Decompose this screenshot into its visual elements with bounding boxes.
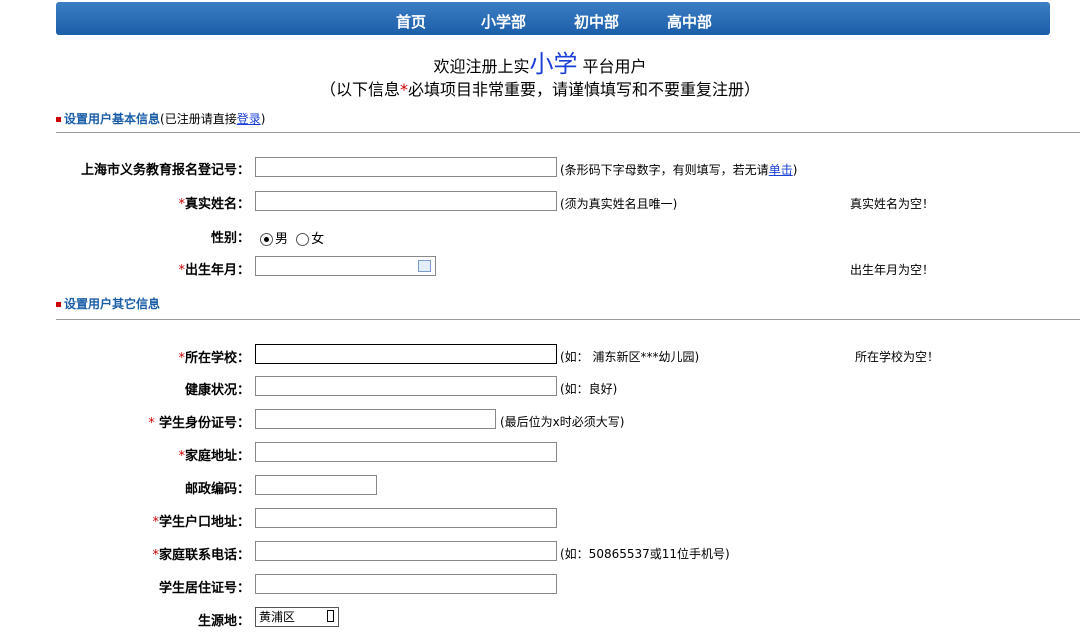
reg-no-input[interactable] [255, 157, 557, 177]
school-label: *所在学校： [56, 347, 250, 366]
login-note-prefix: (已注册请直接 [160, 112, 237, 126]
section-divider [56, 132, 1080, 133]
section-divider [56, 319, 1080, 320]
required-star: * [148, 416, 159, 431]
health-label: 健康状况： [56, 379, 250, 398]
phone-label-text: 家庭联系电话： [158, 548, 250, 563]
welcome-title: 欢迎注册上实小学 平台用户 [0, 44, 1080, 79]
health-label-text: 健康状况： [184, 383, 250, 398]
residence-label-text: 学生居住证号： [158, 581, 250, 596]
phone-hint: (如：50865537或11位手机号) [560, 547, 730, 561]
nav-home[interactable]: 首页 [396, 11, 426, 32]
real-name-input[interactable] [255, 191, 557, 211]
birth-date-input[interactable] [255, 256, 436, 276]
address-label-text: 家庭地址： [184, 449, 250, 464]
section-basic-title: 设置用户基本信息 [64, 112, 161, 126]
address-label: *家庭地址： [56, 445, 250, 464]
calendar-icon[interactable] [418, 260, 431, 272]
hukou-label-text: 学生户口地址： [158, 515, 250, 530]
postcode-label-text: 邮政编码： [184, 482, 250, 497]
residence-input[interactable] [255, 574, 557, 594]
postcode-label: 邮政编码： [56, 478, 250, 497]
top-nav-bar: 首页 小学部 初中部 高中部 [56, 2, 1050, 35]
notice-prefix: （以下信息 [319, 80, 400, 99]
gender-male-radio[interactable] [260, 233, 273, 246]
phone-input[interactable] [255, 541, 557, 561]
address-input[interactable] [255, 442, 557, 462]
nav-senior[interactable]: 高中部 [667, 11, 712, 32]
reg-no-label: 上海市义务教育报名登记号： [50, 159, 250, 178]
school-hint: (如： 浦东新区***幼儿园) [560, 350, 700, 364]
nav-primary[interactable]: 小学部 [481, 11, 526, 32]
gender-options: 男 女 [260, 228, 324, 247]
real-name-hint: (须为真实姓名且唯一) [560, 197, 678, 211]
dropdown-arrow-icon[interactable] [327, 610, 334, 622]
school-input[interactable] [255, 344, 557, 364]
welcome-suffix: 平台用户 [577, 57, 647, 76]
id-card-label: * 学生身份证号： [56, 412, 250, 431]
origin-selected-value: 黄浦区 [259, 610, 296, 624]
id-card-label-text: 学生身份证号： [158, 416, 250, 431]
reg-no-label-text: 上海市义务教育报名登记号： [80, 163, 250, 178]
id-card-hint: (最后位为x时必须大写) [500, 415, 625, 429]
welcome-school: 小学 [529, 50, 578, 78]
nav-junior[interactable]: 初中部 [574, 11, 619, 32]
section-basic-info: 设置用户基本信息(已注册请直接登录) [56, 110, 265, 127]
gender-male-label: 男 [275, 232, 289, 247]
hukou-label: *学生户口地址： [56, 511, 250, 530]
postcode-input[interactable] [255, 475, 377, 495]
login-note-suffix: ) [260, 112, 266, 126]
login-link[interactable]: 登录 [237, 112, 261, 126]
birth-label: *出生年月： [56, 259, 250, 278]
section-other-title: 设置用户其它信息 [64, 297, 161, 311]
health-input[interactable] [255, 376, 557, 396]
section-bullet-icon [56, 302, 61, 307]
origin-label: 生源地： [56, 610, 250, 629]
id-card-input[interactable] [255, 409, 496, 429]
real-name-label: *真实姓名： [56, 193, 250, 212]
gender-label-text: 性别： [210, 231, 250, 246]
gender-female-label: 女 [311, 232, 325, 247]
section-other-info: 设置用户其它信息 [56, 295, 160, 312]
welcome-prefix: 欢迎注册上实 [433, 57, 530, 76]
reg-no-hint-text: (条形码下字母数字，有则填写，若无请 [560, 163, 769, 177]
birth-label-text: 出生年月： [184, 263, 250, 278]
health-hint: (如：良好) [560, 382, 618, 396]
section-bullet-icon [56, 117, 61, 122]
reg-no-hint-suffix: ) [792, 163, 798, 177]
origin-select[interactable]: 黄浦区 [255, 607, 339, 627]
gender-female-radio[interactable] [296, 233, 310, 246]
notice-star: * [400, 80, 408, 99]
notice-suffix: 必填项目非常重要，请谨慎填写和不要重复注册） [408, 80, 761, 99]
real-name-label-text: 真实姓名： [184, 197, 250, 212]
origin-label-text: 生源地： [197, 614, 250, 629]
real-name-error: 真实姓名为空！ [850, 197, 935, 211]
birth-error: 出生年月为空！ [850, 263, 935, 277]
hukou-input[interactable] [255, 508, 557, 528]
registration-notice: （以下信息*必填项目非常重要，请谨慎填写和不要重复注册） [0, 76, 1080, 100]
reg-no-hint: (条形码下字母数字，有则填写，若无请单击) [560, 161, 797, 178]
residence-label: 学生居住证号： [56, 577, 250, 596]
reg-no-click-link[interactable]: 单击 [769, 163, 793, 177]
school-error: 所在学校为空！ [855, 350, 940, 364]
gender-label: 性别： [56, 227, 250, 246]
phone-label: *家庭联系电话： [56, 544, 250, 563]
school-label-text: 所在学校： [184, 351, 250, 366]
